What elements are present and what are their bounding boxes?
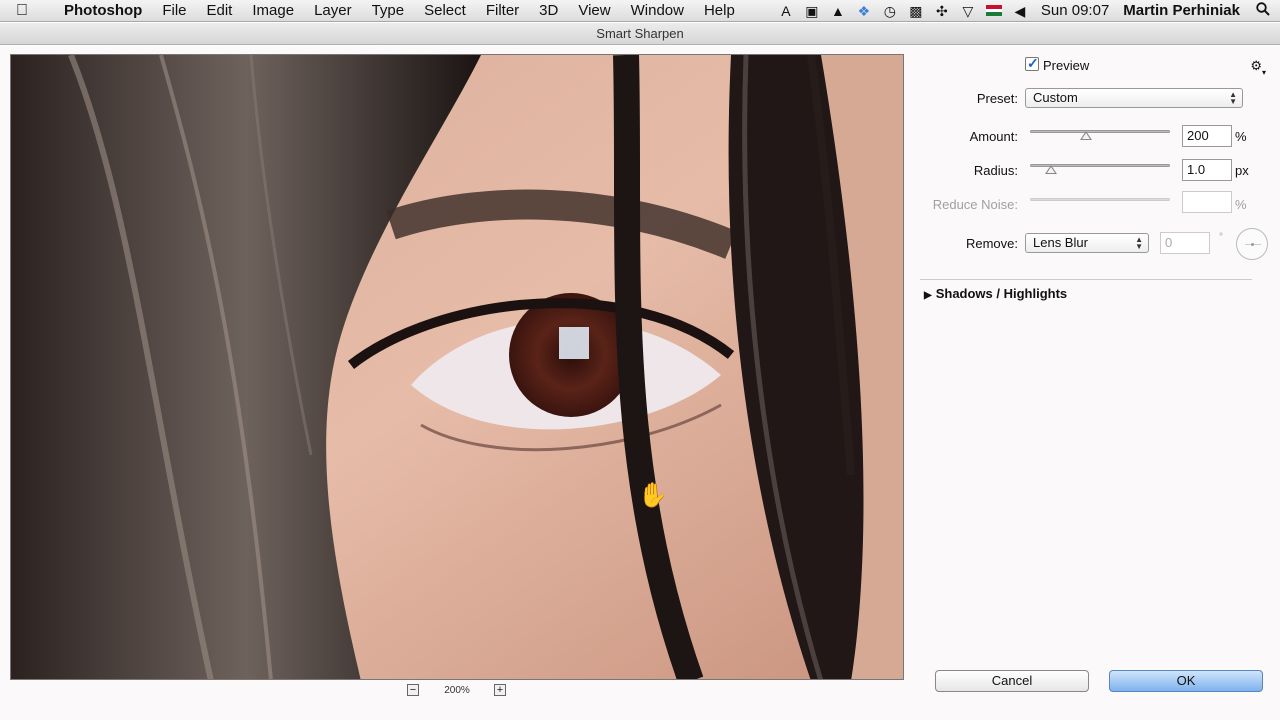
preview-image[interactable]: ✋	[10, 54, 904, 680]
angle-dial	[1236, 228, 1268, 260]
angle-unit: °	[1219, 232, 1223, 243]
user-name[interactable]: Martin Perhiniak	[1117, 0, 1246, 22]
zoom-out-button[interactable]: −	[407, 684, 419, 696]
menu-edit[interactable]: Edit	[197, 0, 243, 22]
timemachine-icon[interactable]: ◷	[877, 0, 903, 22]
menu-filter[interactable]: Filter	[476, 0, 529, 22]
separator	[920, 279, 1252, 280]
amount-slider-thumb[interactable]	[1080, 131, 1092, 140]
menu-view[interactable]: View	[568, 0, 620, 22]
remove-value: Lens Blur	[1033, 235, 1088, 250]
radius-unit: px	[1235, 163, 1249, 178]
display-icon[interactable]: ▩	[903, 0, 929, 22]
apple-icon[interactable]: 	[16, 2, 42, 20]
remove-select[interactable]: Lens Blur ▲ ▼	[1025, 233, 1149, 253]
angle-field: 0	[1160, 232, 1210, 254]
cancel-button[interactable]: Cancel	[935, 670, 1089, 692]
select-arrows-icon: ▲ ▼	[1229, 90, 1237, 106]
zoom-level: 200%	[444, 685, 470, 696]
radius-label: Radius:	[973, 163, 1018, 178]
chevron-down-icon[interactable]: ▾	[1262, 68, 1266, 77]
remove-label: Remove:	[965, 236, 1018, 251]
flag-icon[interactable]	[981, 0, 1007, 22]
adobe-icon[interactable]: A	[773, 0, 799, 22]
volume-icon[interactable]: ◀	[1007, 0, 1033, 22]
menu-help[interactable]: Help	[694, 0, 745, 22]
menu-window[interactable]: Window	[621, 0, 694, 22]
amount-label: Amount:	[969, 129, 1018, 144]
move-icon[interactable]: ✣	[929, 0, 955, 22]
search-icon[interactable]	[1246, 2, 1280, 20]
menu-type[interactable]: Type	[362, 0, 415, 22]
radius-slider-thumb[interactable]	[1045, 165, 1057, 174]
reduce-noise-slider	[1030, 198, 1170, 201]
preset-value: Custom	[1033, 90, 1078, 105]
amount-field[interactable]: 200	[1182, 125, 1232, 147]
menu-app-name[interactable]: Photoshop	[54, 0, 152, 22]
menu-image[interactable]: Image	[242, 0, 304, 22]
drive-icon[interactable]: ▲	[825, 0, 851, 22]
menu-3d[interactable]: 3D	[529, 0, 568, 22]
clock[interactable]: Sun 09:07	[1033, 0, 1117, 22]
reduce-noise-field	[1182, 191, 1232, 213]
dropbox-icon[interactable]: ❖	[851, 0, 877, 22]
shadows-highlights-label: Shadows / Highlights	[935, 286, 1068, 301]
menu-file[interactable]: File	[152, 0, 196, 22]
preview-checkbox[interactable]	[1025, 55, 1039, 72]
smart-sharpen-dialog: ✋ − 200% + Preview ⚙ ▾ Preset: Custom ▲▼…	[0, 46, 1280, 720]
ok-button[interactable]: OK	[1109, 670, 1263, 692]
preset-label: Preset:	[976, 91, 1018, 106]
eye-closeup-photo: ✋	[11, 55, 903, 679]
amount-slider[interactable]	[1030, 130, 1170, 133]
shadows-highlights-toggle[interactable]: ▶ Shadows / Highlights	[924, 286, 1067, 301]
reduce-noise-unit: %	[1235, 197, 1247, 212]
window-title: Smart Sharpen	[0, 23, 1280, 45]
gear-icon[interactable]: ⚙	[1250, 58, 1262, 74]
camera-icon[interactable]: ▣	[799, 0, 825, 22]
amount-unit: %	[1235, 129, 1247, 144]
settings-panel: Preview ⚙ ▾ Preset: Custom ▲▼ Amount: 20…	[918, 46, 1280, 720]
menu-select[interactable]: Select	[414, 0, 476, 22]
select-arrows-icon: ▲ ▼	[1135, 235, 1143, 251]
preview-label: Preview	[1043, 58, 1090, 73]
svg-text:✋: ✋	[638, 481, 668, 509]
menu-bar:  Photoshop File Edit Image Layer Type S…	[0, 0, 1280, 22]
menu-layer[interactable]: Layer	[304, 0, 362, 22]
disclosure-triangle-icon: ▶	[924, 290, 932, 301]
zoom-in-button[interactable]: +	[494, 684, 506, 696]
reduce-noise-label: Reduce Noise:	[932, 197, 1018, 212]
radius-field[interactable]: 1.0	[1182, 159, 1232, 181]
zoom-bar: − 200% +	[0, 682, 914, 700]
preset-select[interactable]: Custom ▲ ▼	[1025, 88, 1243, 108]
wifi-icon[interactable]: ▽	[955, 0, 981, 22]
